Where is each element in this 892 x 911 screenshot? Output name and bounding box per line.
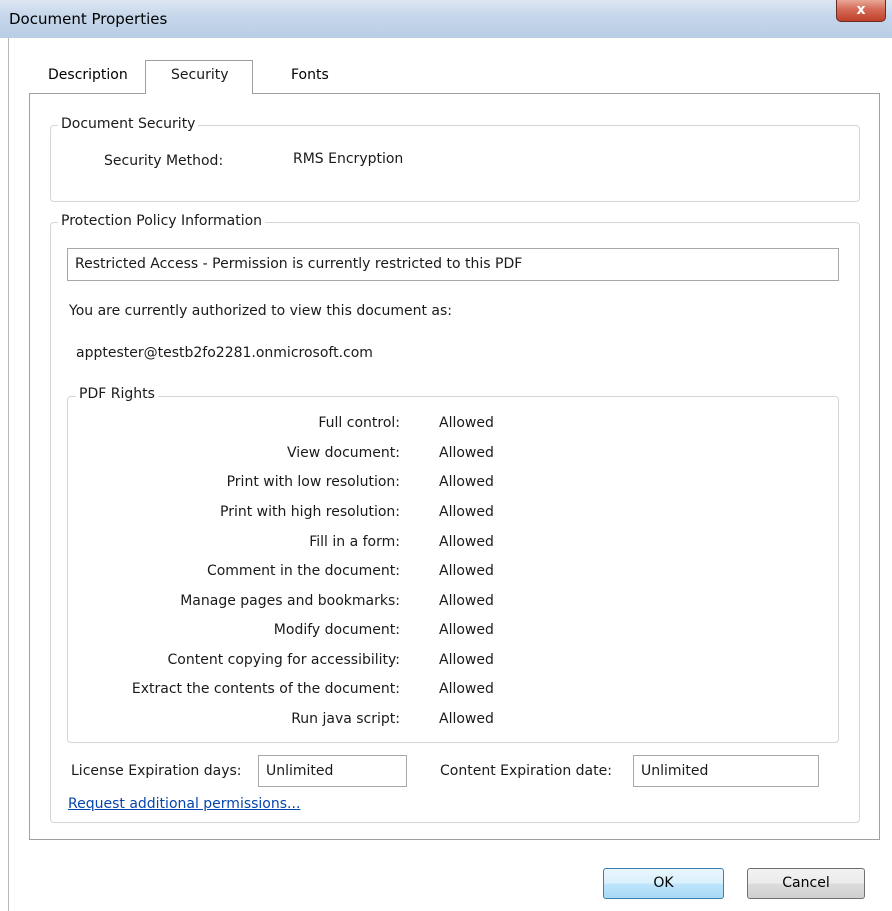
security-method-value: RMS Encryption (293, 151, 404, 167)
cancel-button[interactable]: Cancel (747, 868, 865, 899)
ok-button[interactable]: OK (603, 868, 724, 899)
document-security-legend: Document Security (58, 116, 199, 132)
tab-fonts[interactable]: Fonts (291, 67, 329, 83)
tab-security-label: Security (171, 67, 229, 83)
content-expiration-field[interactable]: Unlimited (633, 755, 819, 787)
right-value: Allowed (439, 563, 494, 579)
right-label: Comment in the document: (206, 563, 400, 579)
right-label: Fill in a form: (309, 534, 400, 550)
right-value: Allowed (439, 622, 494, 638)
right-label: Run java script: (291, 711, 400, 727)
right-value: Allowed (439, 681, 494, 697)
right-value: Allowed (439, 534, 494, 550)
window-border (8, 38, 9, 911)
right-value: Allowed (439, 504, 494, 520)
window-title: Document Properties (9, 10, 168, 28)
content-expiration-label: Content Expiration date: (440, 763, 612, 779)
right-label: Extract the contents of the document: (131, 681, 400, 697)
restriction-field[interactable]: Restricted Access - Permission is curren… (67, 248, 839, 281)
right-label: Modify document: (273, 622, 400, 638)
right-label: Print with high resolution: (220, 504, 400, 520)
tab-security[interactable]: Security (145, 60, 253, 94)
right-label: Print with low resolution: (226, 474, 400, 490)
right-label: Content copying for accessibility: (167, 652, 400, 668)
right-value: Allowed (439, 445, 494, 461)
right-value: Allowed (439, 652, 494, 668)
close-button[interactable]: x (836, 0, 886, 22)
pdf-rights-legend: PDF Rights (76, 386, 158, 402)
close-icon: x (856, 2, 866, 18)
license-expiration-label: License Expiration days: (71, 763, 242, 779)
right-value: Allowed (439, 474, 494, 490)
license-expiration-field[interactable]: Unlimited (258, 755, 407, 787)
tab-description[interactable]: Description (48, 67, 128, 83)
right-value: Allowed (439, 593, 494, 609)
right-label: Full control: (318, 415, 400, 431)
title-bar: Document Properties (0, 0, 892, 38)
protection-policy-legend: Protection Policy Information (58, 213, 266, 229)
request-permissions-link[interactable]: Request additional permissions... (68, 796, 300, 812)
right-value: Allowed (439, 415, 494, 431)
right-label: Manage pages and bookmarks: (180, 593, 400, 609)
authorized-text: You are currently authorized to view thi… (69, 303, 452, 319)
security-method-label: Security Method: (104, 153, 224, 169)
user-email: apptester@testb2fo2281.onmicrosoft.com (76, 345, 373, 361)
right-label: View document: (286, 445, 400, 461)
right-value: Allowed (439, 711, 494, 727)
